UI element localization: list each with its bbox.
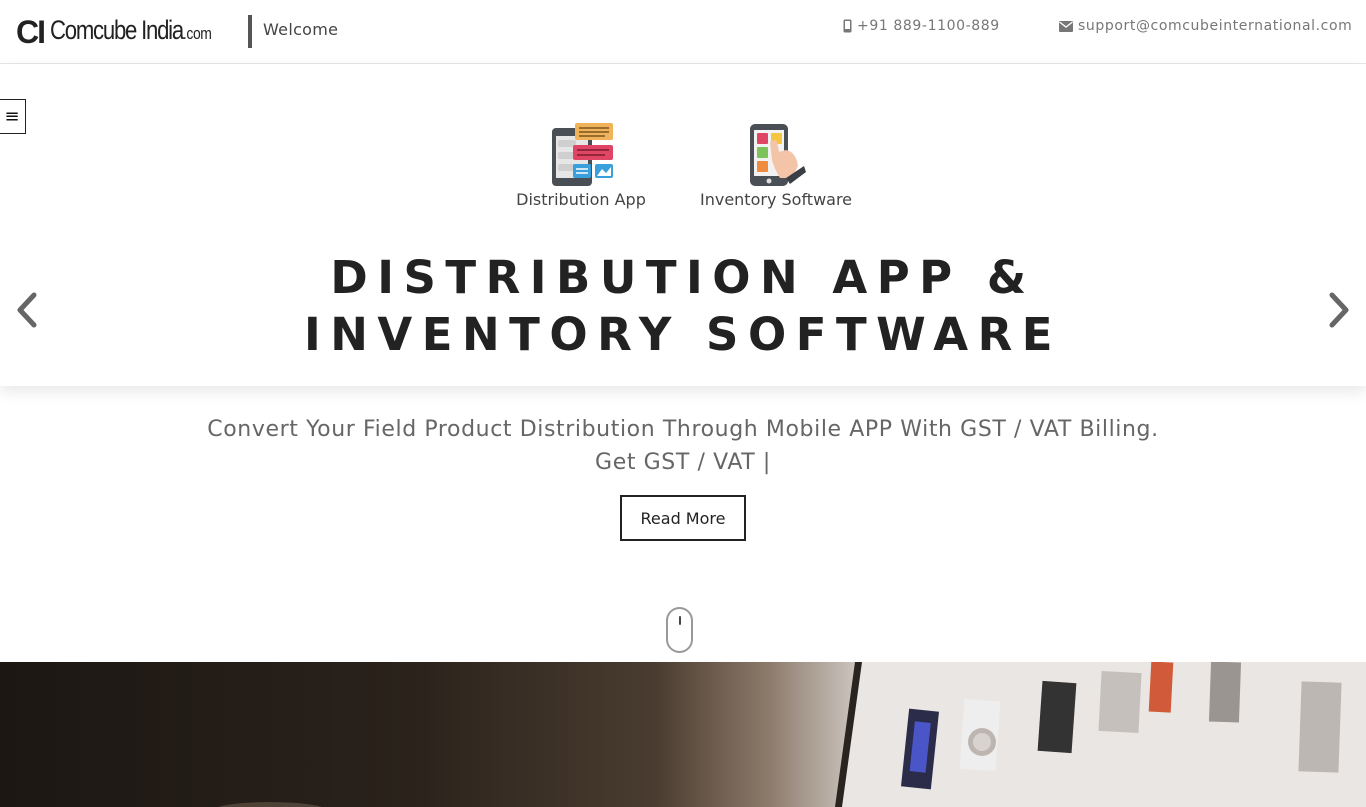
product-label: Inventory Software: [699, 190, 853, 209]
hero-tagline: Convert Your Field Product Distribution …: [0, 413, 1366, 479]
email-address: support@comcubeinternational.com: [1078, 18, 1353, 34]
mobile-phone-icon: [843, 19, 852, 33]
read-more-button[interactable]: Read More: [620, 495, 746, 541]
product-inventory-software[interactable]: Inventory Software: [700, 122, 852, 209]
product-distribution-app[interactable]: Distribution App: [516, 122, 646, 209]
inventory-software-icon: [750, 124, 806, 186]
hamburger-menu-button[interactable]: ≡: [0, 99, 26, 134]
email-contact[interactable]: support@comcubeinternational.com: [1059, 18, 1352, 34]
chevron-left-icon[interactable]: [14, 292, 40, 328]
hero-title: DISTRIBUTION APP & INVENTORY SOFTWARE: [0, 249, 1366, 363]
site-logo[interactable]: CI Comcube India.com: [16, 14, 247, 50]
logo-mark: CI: [16, 14, 46, 50]
logo-name: Comcube India.com: [50, 15, 212, 45]
hero-slider: Distribution App Inventory Software DIST…: [0, 64, 1366, 386]
envelope-icon: [1059, 20, 1073, 32]
background-photo: [0, 662, 1366, 807]
phone-number: +91 889-1100-889: [857, 18, 1000, 34]
top-navbar: CI Comcube India.com Welcome +91 889-110…: [0, 0, 1366, 64]
hamburger-icon: ≡: [4, 106, 20, 127]
phone-contact[interactable]: +91 889-1100-889: [843, 18, 1000, 34]
hero-title-line-2: INVENTORY SOFTWARE: [304, 308, 1062, 361]
product-label: Distribution App: [516, 190, 646, 209]
tagline-line-1: Convert Your Field Product Distribution …: [207, 417, 1159, 442]
chevron-right-icon[interactable]: [1326, 292, 1352, 328]
welcome-text: Welcome: [263, 20, 339, 39]
distribution-app-icon: [552, 123, 613, 186]
laptop-screen-image: [218, 662, 1366, 807]
hero-title-line-1: DISTRIBUTION APP &: [330, 251, 1036, 304]
scroll-mouse-icon[interactable]: [666, 607, 693, 653]
tagline-line-2: Get GST / VAT |: [595, 450, 771, 475]
header-divider: [248, 15, 252, 48]
mouse-wheel: [679, 616, 681, 625]
